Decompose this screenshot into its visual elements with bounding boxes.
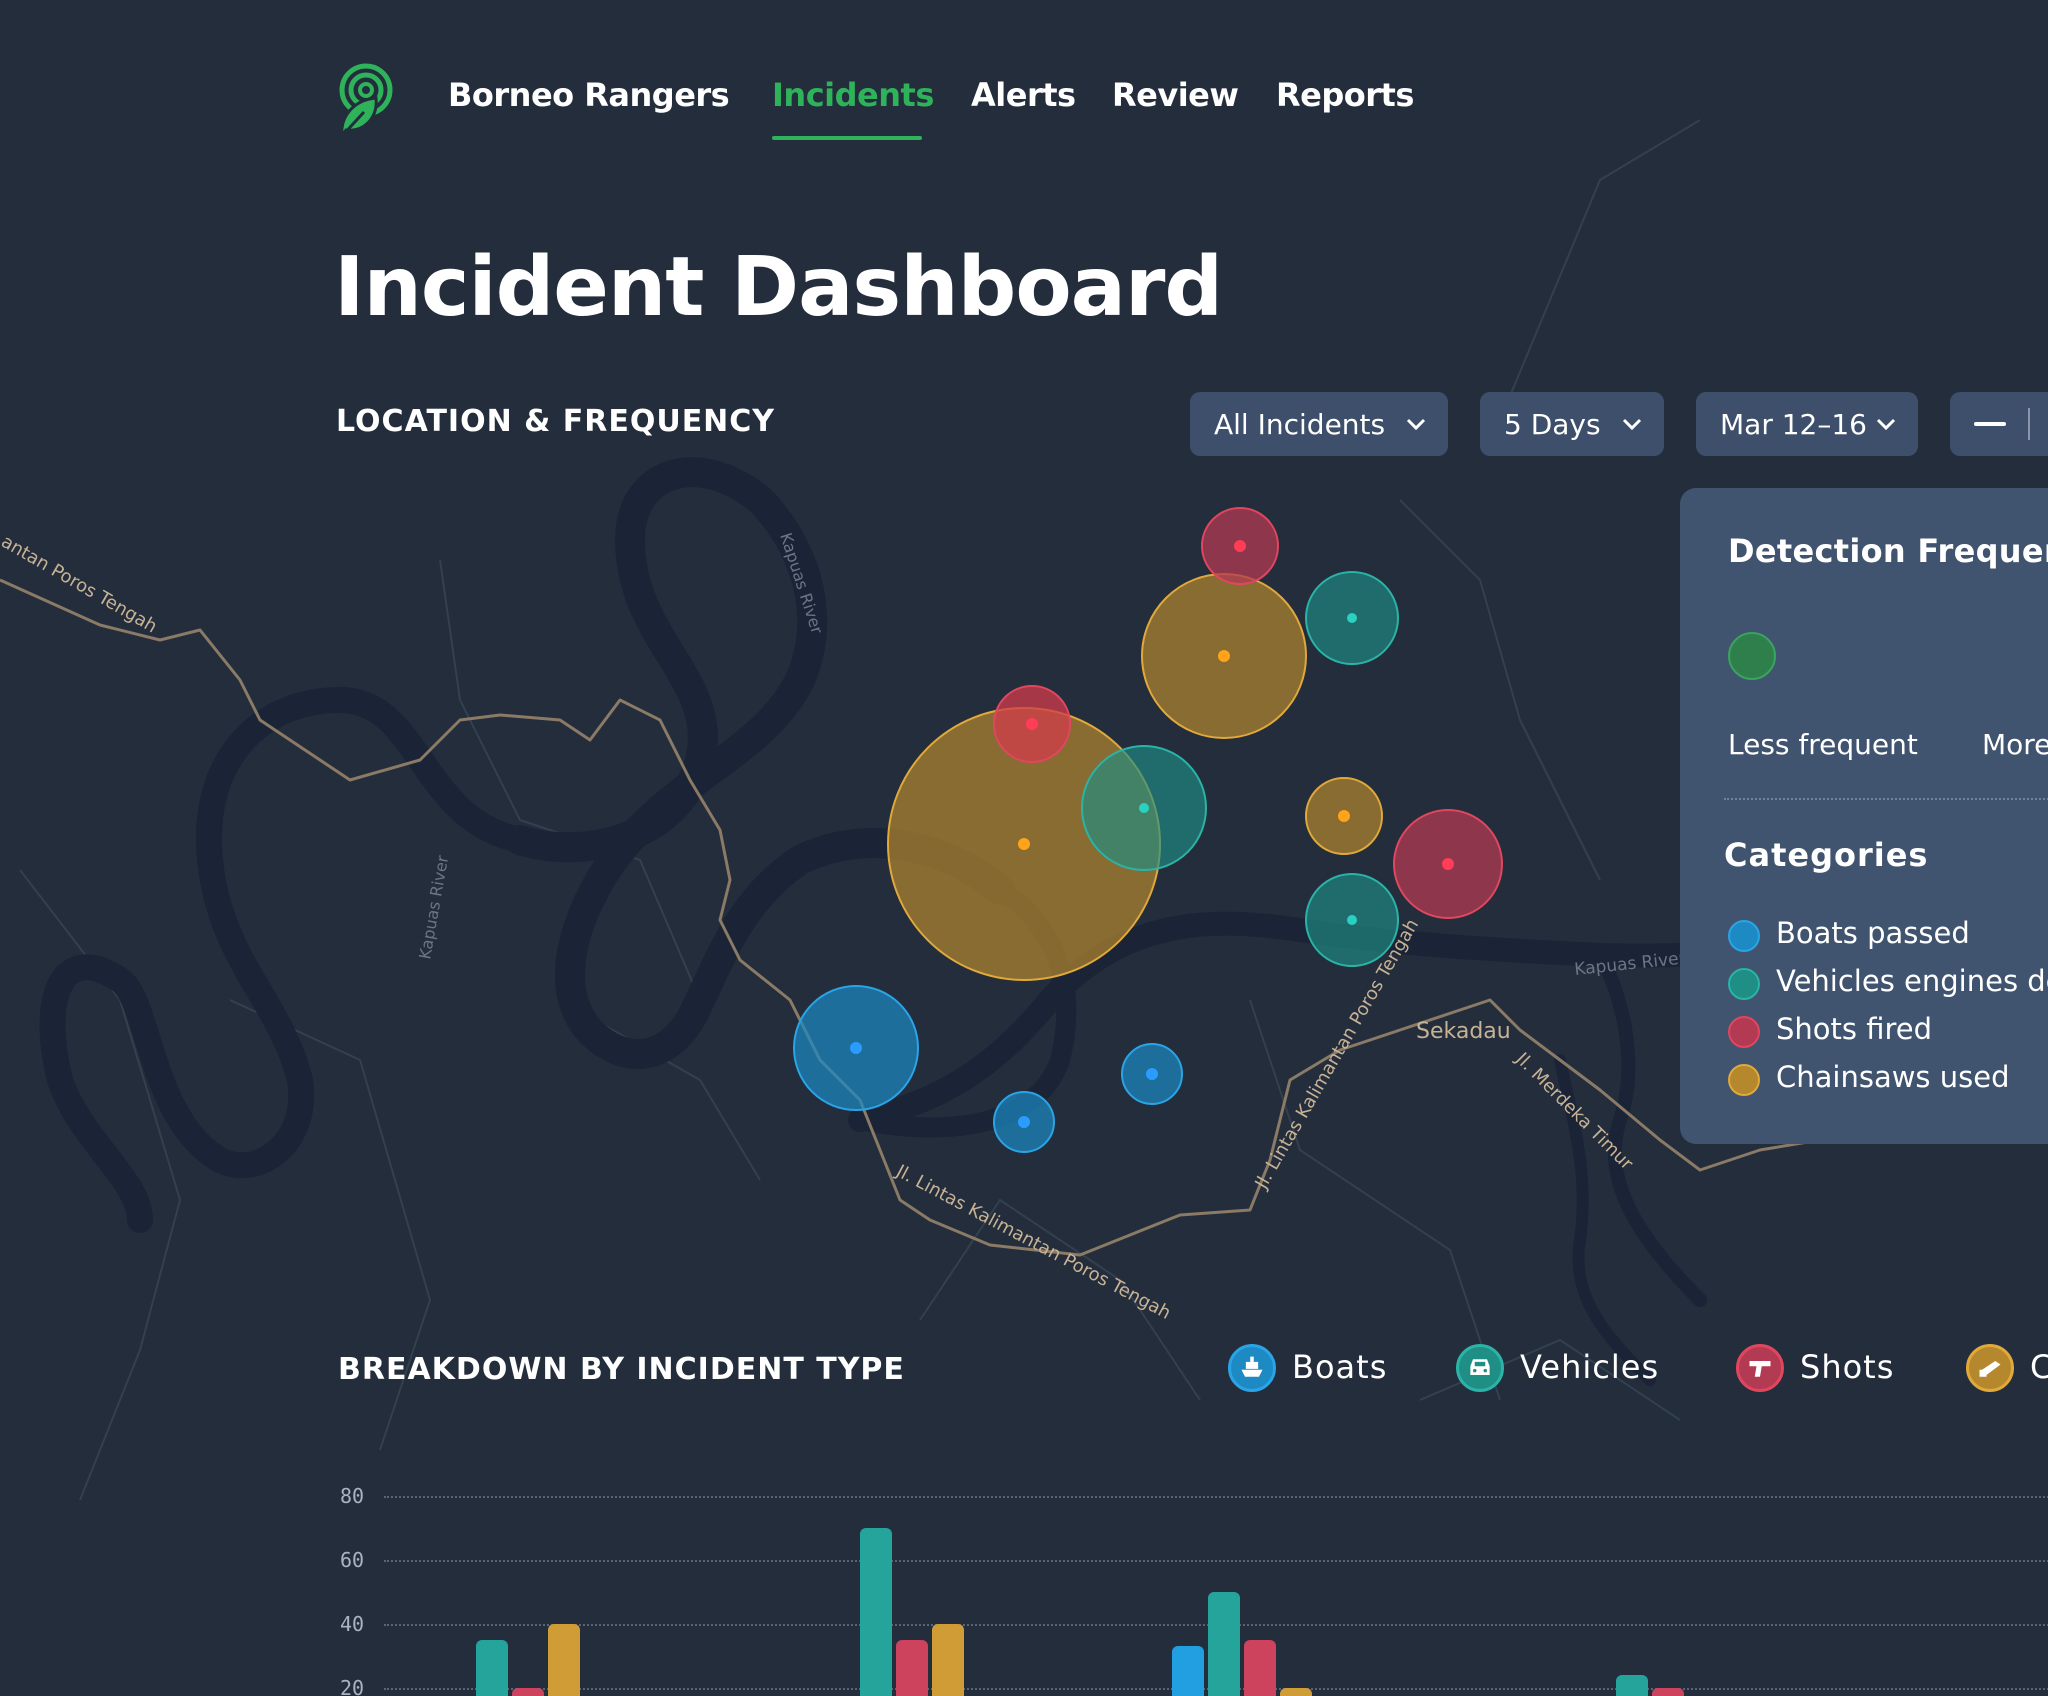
chevron-down-icon <box>1876 418 1896 431</box>
zoom-control-divider <box>2028 408 2030 440</box>
map-label-town: Sekadau <box>1416 1019 1511 1044</box>
y-tick-label: 60 <box>340 1548 365 1572</box>
leaf-signal-logo-icon[interactable] <box>336 60 396 140</box>
legend-label: Vehicles <box>1520 1348 1660 1386</box>
bubble-center-dot <box>1139 803 1149 813</box>
map-road-labels: antan Poros Tengah Kapuas River Kapuas R… <box>0 530 1686 1324</box>
detection-frequency-panel: Detection Frequency Less frequent More f… <box>1680 488 2048 1144</box>
bubble-center-dot <box>1146 1068 1158 1080</box>
categories-title: Categories <box>1724 836 1929 874</box>
legend-label: C <box>2030 1348 2048 1386</box>
chainsaw-icon <box>1966 1344 2014 1392</box>
bar-shots[interactable] <box>1244 1640 1276 1696</box>
bar-vehicles[interactable] <box>1208 1592 1240 1696</box>
category-dot <box>1728 920 1760 952</box>
bubble-center-dot <box>1218 650 1230 662</box>
bubble-center-dot <box>1442 858 1454 870</box>
legend-label: Boats <box>1292 1348 1388 1386</box>
nav-link-reports[interactable]: Reports <box>1276 76 1414 114</box>
boat-icon <box>1228 1344 1276 1392</box>
category-label: Boats passed <box>1776 916 1970 950</box>
location-section-title: LOCATION & FREQUENCY <box>336 404 776 439</box>
nav-link-review[interactable]: Review <box>1112 76 1239 114</box>
brand-name[interactable]: Borneo Rangers <box>448 76 730 114</box>
bubble-center-dot <box>1338 810 1350 822</box>
y-tick-label: 40 <box>340 1612 365 1636</box>
bubble-center-dot <box>1347 915 1357 925</box>
zoom-control[interactable] <box>1950 392 2048 456</box>
gun-icon <box>1736 1344 1784 1392</box>
incident-type-dropdown-label: All Incidents <box>1214 407 1386 441</box>
nav-link-incidents[interactable]: Incidents <box>772 76 934 114</box>
category-label: Chainsaws used <box>1776 1060 2010 1094</box>
category-label: Vehicles engines detected <box>1776 964 2048 998</box>
date-range-dropdown[interactable]: Mar 12–16 <box>1696 392 1918 456</box>
y-tick-label: 80 <box>340 1484 365 1508</box>
bar-vehicles[interactable] <box>860 1528 892 1696</box>
category-label: Shots fired <box>1776 1012 1933 1046</box>
bar-shots[interactable] <box>512 1688 544 1696</box>
less-frequent-label: Less frequent <box>1728 728 1918 761</box>
breakdown-section-title: BREAKDOWN BY INCIDENT TYPE <box>338 1352 905 1387</box>
frequency-scale-dot <box>1728 632 1776 680</box>
top-navigation: Borneo Rangers Incidents Alerts Review R… <box>336 56 1536 146</box>
chevron-down-icon <box>1406 418 1426 431</box>
bar-c[interactable] <box>548 1624 580 1696</box>
bubble-center-dot <box>850 1042 862 1054</box>
bar-c[interactable] <box>1280 1688 1312 1696</box>
map-label-river-west: Kapuas River <box>415 854 452 961</box>
chevron-down-icon <box>1622 418 1642 431</box>
map-label-road-west: antan Poros Tengah <box>0 531 161 637</box>
bar-vehicles[interactable] <box>476 1640 508 1696</box>
bubble-center-dot <box>1026 718 1038 730</box>
category-dot <box>1728 1064 1760 1096</box>
bubble-center-dot <box>1234 540 1246 552</box>
bar-shots[interactable] <box>896 1640 928 1696</box>
date-range-dropdown-label: Mar 12–16 <box>1720 407 1867 441</box>
car-icon <box>1456 1344 1504 1392</box>
time-range-dropdown[interactable]: 5 Days <box>1480 392 1664 456</box>
bar-vehicles[interactable] <box>1616 1675 1648 1696</box>
category-dot <box>1728 1016 1760 1048</box>
time-range-dropdown-label: 5 Days <box>1504 407 1601 441</box>
bubble-center-dot <box>1018 1116 1030 1128</box>
gridline <box>384 1496 2048 1498</box>
bubble-center-dot <box>1018 838 1030 850</box>
nav-active-underline <box>772 136 922 140</box>
category-dot <box>1728 968 1760 1000</box>
incident-type-dropdown[interactable]: All Incidents <box>1190 392 1448 456</box>
nav-link-alerts[interactable]: Alerts <box>971 76 1076 114</box>
bubble-center-dot <box>1347 613 1357 623</box>
bar-c[interactable] <box>932 1624 964 1696</box>
detection-frequency-title: Detection Frequency <box>1728 532 2048 570</box>
panel-divider <box>1724 798 2048 800</box>
incident-bubbles[interactable] <box>793 507 1503 1153</box>
gridline <box>384 1560 2048 1562</box>
legend-label: Shots <box>1800 1348 1895 1386</box>
bar-boats[interactable] <box>1172 1646 1204 1696</box>
page-title: Incident Dashboard <box>334 240 1223 335</box>
y-tick-label: 20 <box>340 1676 365 1696</box>
zoom-out-minus-icon[interactable] <box>1974 422 2006 426</box>
bar-shots[interactable] <box>1652 1688 1684 1696</box>
more-frequent-label: More frequent <box>1982 728 2048 761</box>
